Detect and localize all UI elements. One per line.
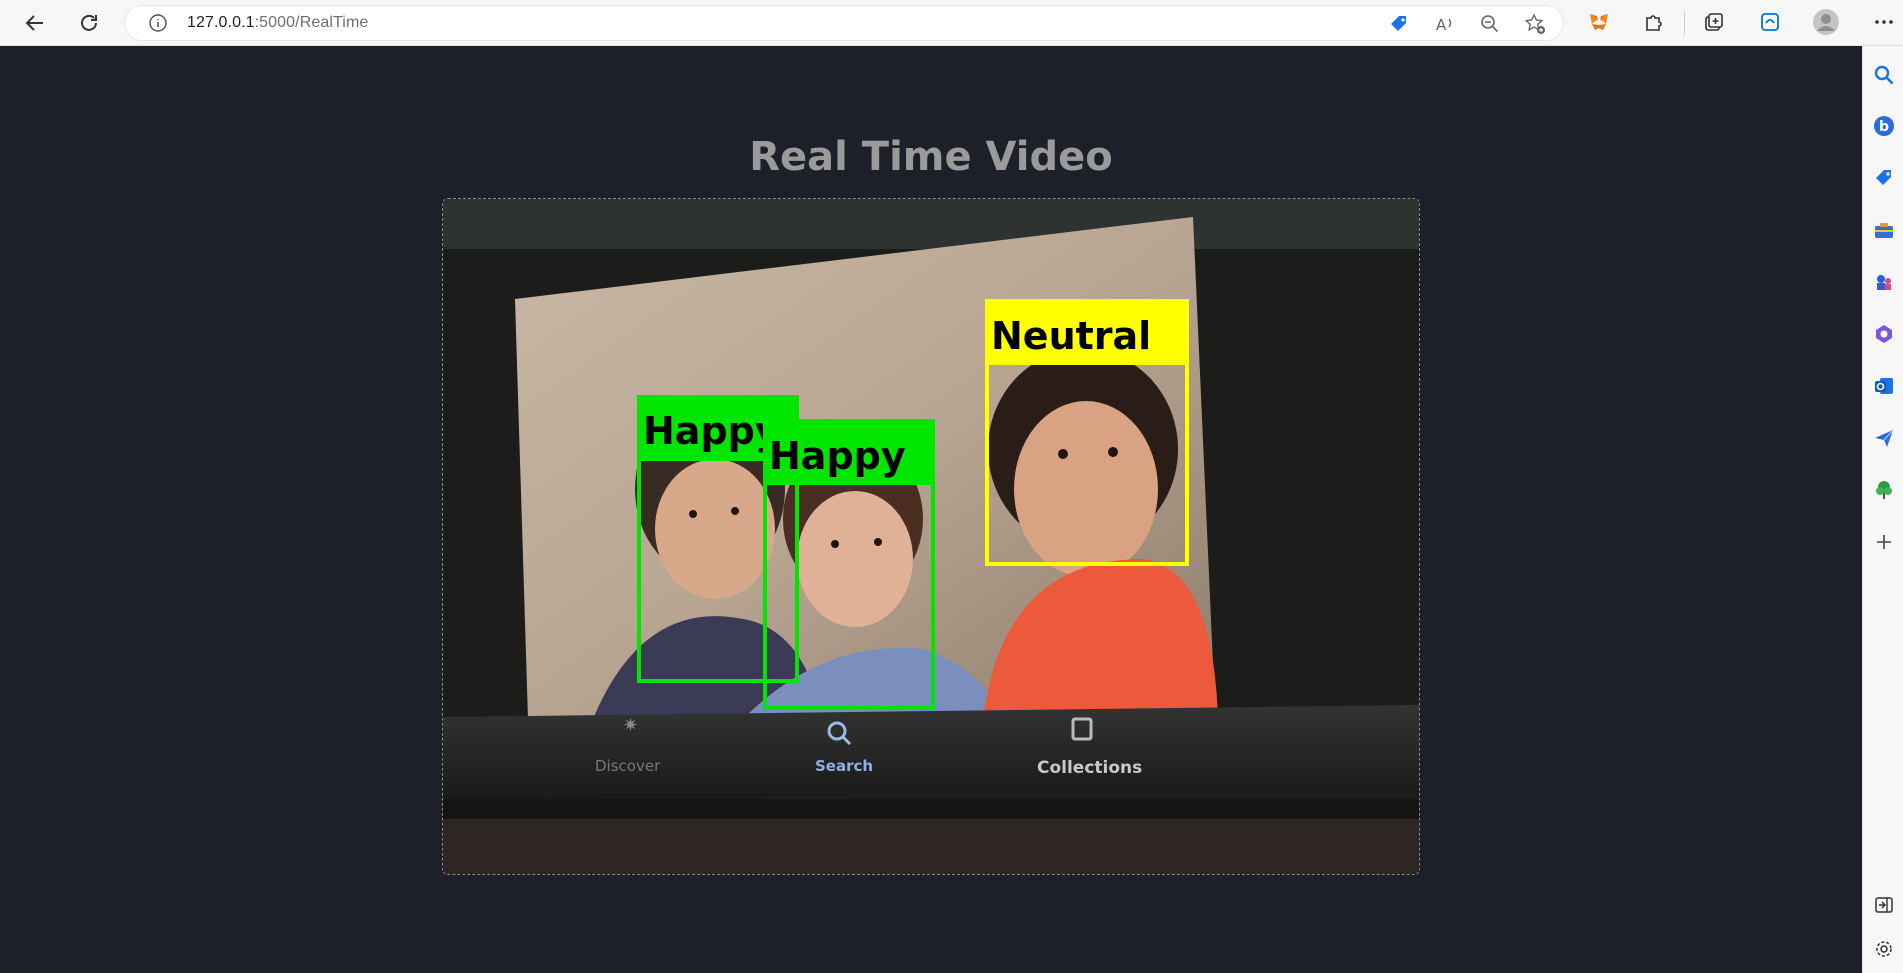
url-host: 127.0.0.1 xyxy=(187,14,255,31)
detection-label-3: Neutral xyxy=(991,314,1151,358)
sidebar-tools-icon[interactable] xyxy=(1871,217,1897,243)
page-body: Real Time Video Happy Happy Neutral ✷ Di… xyxy=(0,46,1862,973)
detection-label-2: Happy xyxy=(769,434,906,478)
sidebar-tree-icon[interactable] xyxy=(1871,477,1897,503)
svg-text:Search: Search xyxy=(815,757,873,775)
toolbar-separator xyxy=(1684,11,1685,35)
sidebar-send-icon[interactable] xyxy=(1871,425,1897,451)
extensions-puzzle-icon[interactable] xyxy=(1640,8,1668,36)
detection-label-1: Happy xyxy=(643,409,780,453)
back-button[interactable] xyxy=(18,6,52,40)
svg-text:A: A xyxy=(1436,16,1447,34)
collections-icon[interactable] xyxy=(1700,8,1728,36)
url-text[interactable]: 127.0.0.1:5000/RealTime xyxy=(187,14,368,32)
address-bar[interactable]: 127.0.0.1:5000/RealTime A xyxy=(124,5,1564,41)
refresh-icon xyxy=(81,14,97,31)
edge-sidebar: b xyxy=(1862,46,1903,973)
sparkle-icon: ✷ xyxy=(623,715,638,736)
page-title: Real Time Video xyxy=(749,134,1113,180)
coupon-tag-icon[interactable] xyxy=(1388,13,1410,35)
profile-icon xyxy=(1813,9,1839,35)
sidebar-search-icon[interactable] xyxy=(1871,62,1897,88)
profile-avatar[interactable] xyxy=(1812,8,1840,36)
svg-text:Collections: Collections xyxy=(1037,758,1142,778)
url-path: :5000/RealTime xyxy=(254,14,369,31)
sidebar-outlook-icon[interactable] xyxy=(1871,373,1897,399)
sidebar-hide-icon[interactable] xyxy=(1871,892,1897,918)
screen-bottom-bar xyxy=(443,705,1419,799)
browser-toolbar: 127.0.0.1:5000/RealTime A xyxy=(0,0,1903,46)
video-feed: Happy Happy Neutral ✷ Discover Search Co… xyxy=(442,198,1420,875)
favorite-star-icon[interactable] xyxy=(1524,13,1546,35)
sidebar-office-icon[interactable] xyxy=(1871,321,1897,347)
sidebar-shopping-tag-icon[interactable] xyxy=(1871,165,1897,191)
child-face-left xyxy=(655,459,775,599)
svg-text:Discover: Discover xyxy=(595,757,661,775)
zoom-out-icon[interactable] xyxy=(1479,13,1501,35)
metamask-extension-icon[interactable] xyxy=(1585,8,1613,36)
monitor-top xyxy=(443,199,1419,249)
sidebar-add-icon[interactable] xyxy=(1871,529,1897,555)
sidebar-settings-icon[interactable] xyxy=(1871,936,1897,962)
refresh-button[interactable] xyxy=(72,6,106,40)
sidebar-games-icon[interactable] xyxy=(1871,269,1897,295)
child-face-middle xyxy=(797,491,913,627)
child-face-right xyxy=(1014,401,1158,577)
browser-essentials-icon[interactable] xyxy=(1756,8,1784,36)
sidebar-bing-icon[interactable]: b xyxy=(1871,113,1897,139)
back-arrow-icon xyxy=(25,15,43,31)
more-menu-icon[interactable] xyxy=(1870,8,1898,36)
video-frame: Happy Happy Neutral ✷ Discover Search Co… xyxy=(443,199,1419,874)
site-info-icon[interactable] xyxy=(148,13,168,33)
read-aloud-icon[interactable]: A xyxy=(1434,13,1456,35)
svg-text:b: b xyxy=(1879,119,1889,135)
